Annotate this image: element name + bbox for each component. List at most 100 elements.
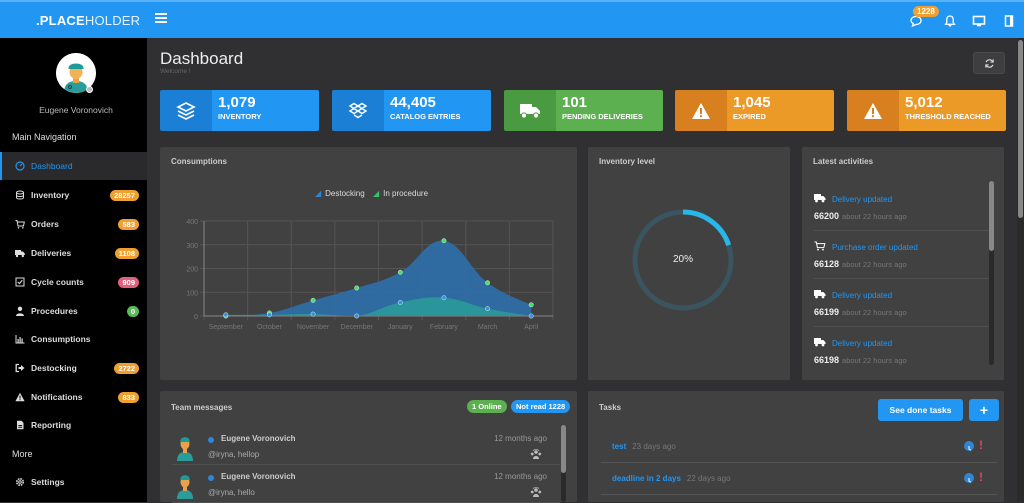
- message-time: 12 months ago: [494, 434, 547, 443]
- data-point-destocking: [397, 300, 403, 305]
- activity-title-link[interactable]: Delivery updated: [832, 339, 892, 348]
- see-done-tasks-button[interactable]: See done tasks: [878, 399, 963, 421]
- activity-time: about 22 hours ago: [842, 212, 907, 221]
- data-point-destocking: [354, 313, 360, 319]
- gear-icon: [15, 477, 25, 487]
- x-tick-label: December: [341, 324, 374, 331]
- messages-scrollbar-thumb[interactable]: [561, 425, 566, 473]
- brand-logo[interactable]: .PLACEHOLDER: [36, 13, 140, 28]
- sidebar-item-notifications[interactable]: Notifications 833: [0, 383, 147, 411]
- sidebar-item-procedures[interactable]: Procedures 0: [0, 297, 147, 325]
- data-point-destocking: [441, 295, 447, 301]
- activity-title-link[interactable]: Delivery updated: [832, 291, 892, 300]
- clock-icon[interactable]: [964, 441, 974, 451]
- activities-scrollbar[interactable]: [989, 181, 994, 365]
- doctor-avatar-icon: [177, 475, 193, 499]
- stat-value: 5,012: [905, 94, 943, 111]
- x-tick-label: October: [257, 324, 283, 331]
- data-point-destocking: [485, 306, 491, 312]
- y-tick-label: 100: [186, 290, 198, 297]
- activities-scrollbar-thumb[interactable]: [989, 181, 994, 251]
- add-task-button[interactable]: +: [969, 399, 999, 421]
- activity-title-link[interactable]: Purchase order updated: [832, 243, 918, 252]
- sidebar-item-label: Reporting: [31, 420, 72, 430]
- stat-value: 1,045: [733, 94, 771, 111]
- data-point-in-procedure: [397, 269, 403, 275]
- priority-exclamation-icon: !: [979, 438, 983, 452]
- sidebar-item-deliveries[interactable]: Deliveries 1108: [0, 239, 147, 267]
- bell-icon[interactable]: [943, 14, 957, 28]
- stat-card-threshold-reached[interactable]: 5,012 Threshold reached: [847, 90, 1006, 131]
- sidebar-item-settings[interactable]: Settings: [0, 468, 147, 496]
- latest-activities-card: Latest activities Delivery updated 66200…: [802, 147, 1004, 380]
- cart-icon: [15, 219, 25, 229]
- truck-icon: [15, 248, 25, 258]
- main-navigation-heading: Main Navigation: [12, 132, 77, 142]
- data-point-destocking: [223, 312, 229, 318]
- page-scrollbar-thumb[interactable]: [1018, 40, 1023, 218]
- data-point-in-procedure: [485, 280, 491, 286]
- data-point-in-procedure: [310, 297, 316, 303]
- messages-scrollbar[interactable]: [561, 425, 566, 502]
- cycle-counts-badge: 909: [118, 276, 139, 288]
- page-scrollbar[interactable]: [1017, 38, 1024, 502]
- refresh-icon: [984, 58, 994, 68]
- activity-id: 66200: [814, 211, 840, 221]
- sidebar-item-destocking[interactable]: Destocking 2722: [0, 354, 147, 382]
- clock-icon[interactable]: [964, 473, 974, 483]
- page-subtitle: Welcome !: [160, 68, 191, 75]
- sidebar-item-consumptions[interactable]: Consumptions: [0, 325, 147, 353]
- task-age: 22 days ago: [686, 474, 731, 483]
- x-tick-label: January: [388, 324, 413, 331]
- sidebar-item-cycle-counts[interactable]: Cycle counts 909: [0, 268, 147, 296]
- stat-label: Inventory: [218, 112, 262, 121]
- brand-light: HOLDER: [84, 13, 141, 28]
- stat-card-inventory[interactable]: 1,079 Inventory: [160, 90, 319, 131]
- destocking-count-badge: 2722: [114, 362, 139, 374]
- group-icon[interactable]: [530, 487, 542, 497]
- message-item[interactable]: Eugene Voronovich @iryna, hello 12 month…: [172, 465, 560, 503]
- stat-value: 44,405: [390, 94, 436, 111]
- inventory-level-card: Inventory level 20%: [588, 147, 790, 380]
- panel-toggle-icon[interactable]: [1002, 14, 1016, 28]
- procedures-count-badge: 0: [126, 305, 139, 317]
- monitor-icon[interactable]: [972, 14, 986, 28]
- task-name-link[interactable]: test: [612, 442, 626, 451]
- data-point-destocking: [528, 313, 534, 319]
- top-bar: .PLACEHOLDER 1228: [0, 0, 1024, 38]
- inventory-count-badge: 28257: [110, 189, 139, 201]
- stat-label: Expired: [733, 112, 766, 121]
- sidebar-item-label: Notifications: [31, 392, 83, 402]
- activity-id: 66198: [814, 355, 840, 365]
- message-time: 12 months ago: [494, 472, 547, 481]
- stat-card-expired[interactable]: 1,045 Expired: [675, 90, 834, 131]
- database-icon: [15, 190, 25, 200]
- sidebar-item-label: Settings: [31, 477, 65, 487]
- activity-title-link[interactable]: Delivery updated: [832, 195, 892, 204]
- message-item[interactable]: Eugene Voronovich @iryna, hellop 12 mont…: [172, 427, 560, 465]
- menu-toggle-icon[interactable]: [155, 13, 167, 25]
- unread-count-badge: Not read 1228: [511, 400, 571, 413]
- deliveries-count-badge: 1108: [114, 247, 139, 259]
- activity-time: about 22 hours ago: [842, 308, 907, 317]
- y-tick-label: 400: [186, 219, 198, 226]
- x-tick-label: April: [524, 324, 538, 331]
- user-tie-icon: [15, 306, 25, 316]
- sidebar-item-dashboard[interactable]: Dashboard: [0, 152, 147, 180]
- message-text: @iryna, hello: [208, 488, 255, 497]
- sidebar: Eugene Voronovich Main Navigation Dashbo…: [0, 38, 147, 502]
- activity-time: about 22 hours ago: [842, 356, 907, 365]
- stat-card-catalog-entries[interactable]: 44,405 Catalog entries: [332, 90, 491, 131]
- sidebar-item-reporting[interactable]: Reporting: [0, 411, 147, 439]
- doctor-avatar-icon: [177, 437, 193, 461]
- task-name-link[interactable]: deadline in 2 days: [612, 474, 681, 483]
- stat-card-pending-deliveries[interactable]: 101 Pending deliveries: [504, 90, 663, 131]
- online-status-dot: [208, 475, 214, 481]
- sidebar-item-orders[interactable]: Orders 583: [0, 210, 147, 238]
- data-point-destocking: [310, 311, 316, 317]
- refresh-button[interactable]: [973, 52, 1005, 74]
- group-icon[interactable]: [530, 449, 542, 459]
- tasks-card: Tasks See done tasks + test 23 days ago !…: [588, 391, 1004, 502]
- sidebar-item-label: Cycle counts: [31, 277, 84, 287]
- sidebar-item-inventory[interactable]: Inventory 28257: [0, 181, 147, 209]
